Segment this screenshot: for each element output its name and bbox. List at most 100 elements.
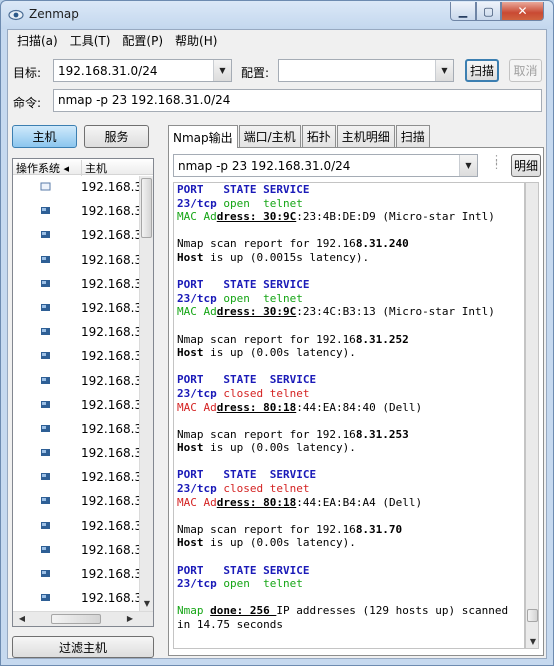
result-tabs: Nmap输出 端口/主机 拓扑 主机明细 扫描	[168, 125, 431, 148]
output-vscrollbar[interactable]: ▼	[525, 182, 539, 649]
host-list[interactable]: 操作系统 ◂ 主机 192.168.3 192.168.3 192.168.3 192…	[12, 158, 154, 627]
output-segment: open	[223, 196, 264, 210]
host-row[interactable]: 192.168.3	[13, 176, 142, 200]
scroll-right-icon[interactable]: ▶	[123, 614, 137, 623]
scan-button[interactable]: 扫描	[465, 59, 499, 82]
output-segment: Nmap scan report for 192.16	[177, 332, 356, 346]
os-icon	[41, 424, 50, 432]
minimize-button[interactable]: ▁	[450, 2, 476, 21]
tab-topology[interactable]: 拓扑	[301, 125, 336, 147]
host-row[interactable]: 192.168.3	[13, 466, 143, 490]
chevron-down-icon[interactable]: ▼	[213, 60, 231, 81]
close-icon: ✕	[517, 4, 528, 18]
menu-profile[interactable]: 配置(P)	[116, 32, 169, 49]
col-host-header[interactable]: 主机	[81, 160, 107, 176]
menu-help[interactable]: 帮助(H)	[169, 32, 223, 49]
services-toggle[interactable]: 服务	[84, 125, 149, 148]
menu-scan[interactable]: 扫描(a)	[11, 32, 64, 49]
host-row[interactable]: 192.168.3	[13, 297, 142, 321]
scroll-down-icon[interactable]: ▼	[526, 637, 540, 646]
host-row[interactable]: 192.168.3	[13, 249, 142, 273]
host-list-hscrollbar[interactable]: ◀ ▶	[13, 611, 153, 626]
output-line: Host is up (0.00s latency).	[177, 441, 508, 455]
window-title: Zenmap	[29, 7, 79, 21]
host-row[interactable]: 192.168.3	[13, 273, 143, 297]
host-row[interactable]: 192.168.3	[13, 394, 142, 418]
tab-host-details[interactable]: 主机明细	[336, 125, 395, 147]
menu-tools[interactable]: 工具(T)	[64, 32, 117, 49]
host-row[interactable]: 192.168.3	[13, 321, 142, 345]
host-ip: 192.168.3	[81, 276, 143, 291]
hscroll-thumb[interactable]	[51, 614, 101, 624]
host-ip: 192.168.3	[81, 446, 143, 461]
host-ip: 192.168.3	[81, 470, 143, 485]
host-row[interactable]: 192.168.3	[13, 587, 142, 611]
scroll-thumb[interactable]	[141, 178, 152, 238]
host-ip: 192.168.3	[81, 349, 143, 364]
scan-history-combo[interactable]: nmap -p 23 192.168.31.0/24 ▼	[173, 154, 478, 177]
profile-combo[interactable]: ▼	[278, 59, 454, 82]
host-row[interactable]: 192.168.3	[13, 418, 142, 442]
host-row[interactable]: 192.168.3	[13, 563, 142, 587]
tab-nmap-output[interactable]: Nmap输出	[168, 125, 238, 148]
os-icon	[41, 255, 50, 263]
output-segment: 23/tcp	[177, 386, 224, 400]
output-line: 23/tcp open telnet	[177, 577, 508, 591]
output-lines: PORT STATE SERVICE 23/tcp open telnet MAC …	[174, 183, 508, 632]
scroll-left-icon[interactable]: ◀	[15, 614, 29, 623]
os-icon	[41, 207, 50, 215]
chevron-down-icon[interactable]: ▼	[459, 155, 477, 176]
host-row[interactable]: 192.168.3	[13, 345, 143, 369]
title-bar: Zenmap ▁ ▢ ✕	[1, 1, 553, 29]
host-row[interactable]: 192.168.3	[13, 370, 142, 394]
host-row[interactable]: 192.168.3	[13, 539, 142, 563]
tab-scans[interactable]: 扫描	[395, 125, 430, 147]
host-row[interactable]: 192.168.3	[13, 490, 142, 514]
details-button[interactable]: 明细	[511, 154, 541, 177]
host-list-vscrollbar[interactable]: ▼	[139, 176, 153, 611]
output-segment: SERVICE	[269, 373, 317, 387]
output-segment: :23:4C:B3:13 (Micro-star Intl)	[296, 305, 495, 319]
output-segment: 23/tcp	[177, 291, 224, 305]
filter-hosts-button[interactable]: 过滤主机	[12, 636, 154, 658]
nmap-output-text[interactable]: PORT STATE SERVICE 23/tcp open telnet MAC …	[173, 182, 525, 649]
os-icon	[41, 594, 50, 602]
scroll-down-icon[interactable]: ▼	[140, 599, 153, 608]
output-segment: STATE	[223, 183, 264, 196]
target-label: 目标:	[13, 66, 42, 80]
os-icon	[41, 400, 50, 408]
maximize-button[interactable]: ▢	[476, 2, 501, 21]
host-row[interactable]: 192.168.3	[13, 515, 142, 539]
output-segment: 8.31.253	[355, 427, 409, 441]
tab-ports-hosts[interactable]: 端口/主机	[238, 125, 301, 147]
output-line: 23/tcp open telnet	[177, 292, 508, 306]
output-segment: 8.31.70	[355, 522, 403, 536]
host-row[interactable]: 192.168.3	[13, 224, 142, 248]
target-combo[interactable]: 192.168.31.0/24 ▼	[53, 59, 232, 82]
output-scroll-thumb[interactable]	[527, 609, 538, 622]
col-os-header[interactable]: 操作系统 ◂	[16, 160, 69, 176]
os-icon	[41, 497, 50, 505]
close-button[interactable]: ✕	[501, 2, 544, 21]
output-segment: 8.31.240	[355, 237, 409, 251]
output-line: MAC Address: 30:9C:23:4B:DE:D9 (Micro-st…	[177, 210, 508, 224]
output-segment: dress: 80:18	[216, 495, 297, 509]
output-segment: :23:4B:DE:D9 (Micro-star Intl)	[296, 210, 495, 224]
output-segment: closed	[223, 482, 270, 496]
os-icon	[41, 545, 50, 553]
host-row[interactable]: 192.168.3	[13, 442, 143, 466]
hosts-toggle[interactable]: 主机	[12, 125, 77, 148]
os-icon	[41, 473, 50, 481]
host-row[interactable]: 192.168.3	[13, 200, 142, 224]
os-icon	[41, 570, 50, 577]
os-icon	[41, 376, 50, 384]
chevron-down-icon[interactable]: ▼	[435, 60, 453, 81]
output-segment: Nmap scan report for 192.16	[177, 427, 356, 441]
command-input[interactable]: nmap -p 23 192.168.31.0/24	[53, 89, 542, 112]
output-line: MAC Address: 80:18:44:EA:B4:A4 (Dell)	[177, 496, 508, 510]
cancel-button[interactable]: 取消	[509, 59, 542, 82]
